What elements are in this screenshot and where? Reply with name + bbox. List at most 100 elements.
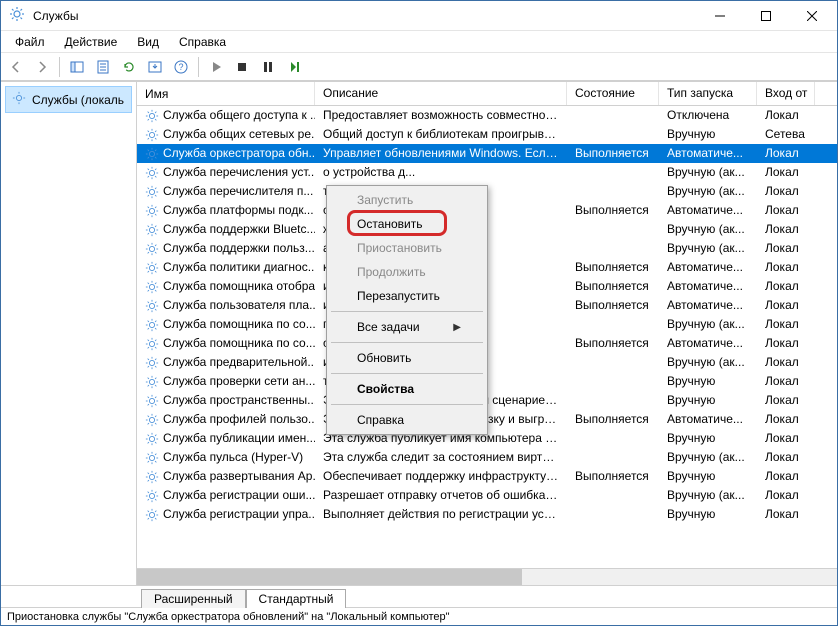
table-row[interactable]: Служба регистрации оши...Разрешает отпра… [137,486,837,505]
menubar: Файл Действие Вид Справка [1,31,837,53]
ctx-start: Запустить [329,188,485,212]
table-row[interactable]: Служба общих сетевых ре...Общий доступ к… [137,125,837,144]
chevron-right-icon: ▶ [453,322,461,333]
service-state: Выполняется [567,144,659,163]
ctx-resume: Продолжить [329,260,485,284]
service-name: Служба публикации имен... [163,429,315,448]
ctx-restart[interactable]: Перезапустить [329,284,485,308]
service-name: Служба регистрации оши... [163,486,315,505]
forward-button[interactable] [31,56,53,78]
service-logon: Локал [757,296,815,315]
service-desc: Управляет обновлениями Windows. Если ... [315,144,567,163]
service-startup: Вручную (ак... [659,448,757,467]
close-button[interactable] [789,1,835,31]
service-startup: Вручную [659,125,757,144]
gear-icon [145,242,159,256]
ctx-properties[interactable]: Свойства [329,377,485,401]
service-state: Выполняется [567,296,659,315]
service-logon: Локал [757,239,815,258]
table-row[interactable]: Служба перечисления уст...о устройства д… [137,163,837,182]
ctx-refresh[interactable]: Обновить [329,346,485,370]
service-state: Выполняется [567,201,659,220]
show-hide-panel-button[interactable] [66,56,88,78]
service-startup: Вручную [659,467,757,486]
service-name: Служба платформы подк... [163,201,314,220]
ctx-stop[interactable]: Остановить [329,212,485,236]
col-header-logon[interactable]: Вход от [757,82,815,105]
tree-item-label: Службы (локаль [32,93,124,107]
service-logon: Локал [757,334,815,353]
service-desc: Общий доступ к библиотекам проигрыват... [315,125,567,144]
gear-icon [12,91,26,108]
service-startup: Автоматиче... [659,258,757,277]
service-startup: Автоматиче... [659,277,757,296]
service-state [567,372,659,391]
service-name: Служба помощника по со... [163,334,315,353]
start-service-button[interactable] [205,56,227,78]
tab-extended[interactable]: Расширенный [141,589,246,608]
ctx-help[interactable]: Справка [329,408,485,432]
service-name: Служба проверки сети ан... [163,372,315,391]
menu-action[interactable]: Действие [57,33,126,51]
service-desc: Разрешает отправку отчетов об ошибках ..… [315,486,567,505]
service-startup: Вручную (ак... [659,220,757,239]
refresh-button[interactable] [118,56,140,78]
table-row[interactable]: Служба оркестратора обн...Управляет обно… [137,144,837,163]
service-state [567,239,659,258]
table-row[interactable]: Служба регистрации упра...Выполняет дейс… [137,505,837,524]
menu-file[interactable]: Файл [7,33,53,51]
tree-item-services[interactable]: Службы (локаль [5,86,132,113]
properties-button[interactable] [92,56,114,78]
context-menu: Запустить Остановить Приостановить Продо… [326,185,488,435]
service-desc: Обеспечивает поддержку инфраструктур... [315,467,567,486]
table-row[interactable]: Служба общего доступа к ...Предоставляет… [137,106,837,125]
window-title: Службы [33,9,78,23]
statusbar: Приостановка службы "Служба оркестратора… [1,607,837,625]
table-row[interactable]: Служба пульса (Hyper-V)Эта служба следит… [137,448,837,467]
horizontal-scrollbar[interactable] [137,568,837,585]
service-desc: Предоставляет возможность совместного ..… [315,106,567,125]
service-startup: Вручную [659,372,757,391]
service-state: Выполняется [567,467,659,486]
service-logon: Локал [757,486,815,505]
service-name: Служба предварительной... [163,353,315,372]
restart-service-button[interactable] [283,56,305,78]
menu-help[interactable]: Справка [171,33,234,51]
service-name: Служба помощника отобра... [163,277,315,296]
menu-view[interactable]: Вид [129,33,167,51]
col-header-state[interactable]: Состояние [567,82,659,105]
help-button[interactable]: ? [170,56,192,78]
export-button[interactable] [144,56,166,78]
service-startup: Автоматиче... [659,296,757,315]
col-header-name[interactable]: Имя [137,82,315,105]
service-startup: Вручную (ак... [659,163,757,182]
service-logon: Локал [757,220,815,239]
service-name: Служба перечислителя п... [163,182,313,201]
gear-icon [145,147,159,161]
service-name: Служба оркестратора обн... [163,144,315,163]
ctx-all-tasks[interactable]: Все задачи▶ [329,315,485,339]
separator [331,311,483,312]
gear-icon [145,337,159,351]
col-header-start[interactable]: Тип запуска [659,82,757,105]
col-header-desc[interactable]: Описание [315,82,567,105]
stop-service-button[interactable] [231,56,253,78]
service-logon: Локал [757,258,815,277]
service-startup: Вручную (ак... [659,315,757,334]
back-button[interactable] [5,56,27,78]
tab-standard[interactable]: Стандартный [246,589,347,608]
service-logon: Локал [757,182,815,201]
service-state [567,182,659,201]
service-startup: Вручную (ак... [659,182,757,201]
service-state [567,315,659,334]
gear-icon [145,489,159,503]
service-logon: Локал [757,144,815,163]
maximize-button[interactable] [743,1,789,31]
minimize-button[interactable] [697,1,743,31]
service-desc: о устройства д... [315,163,567,182]
table-row[interactable]: Служба развертывания Ар...Обеспечивает п… [137,467,837,486]
pause-service-button[interactable] [257,56,279,78]
gear-icon [145,166,159,180]
service-logon: Локал [757,467,815,486]
service-name: Служба пульса (Hyper-V) [163,448,303,467]
